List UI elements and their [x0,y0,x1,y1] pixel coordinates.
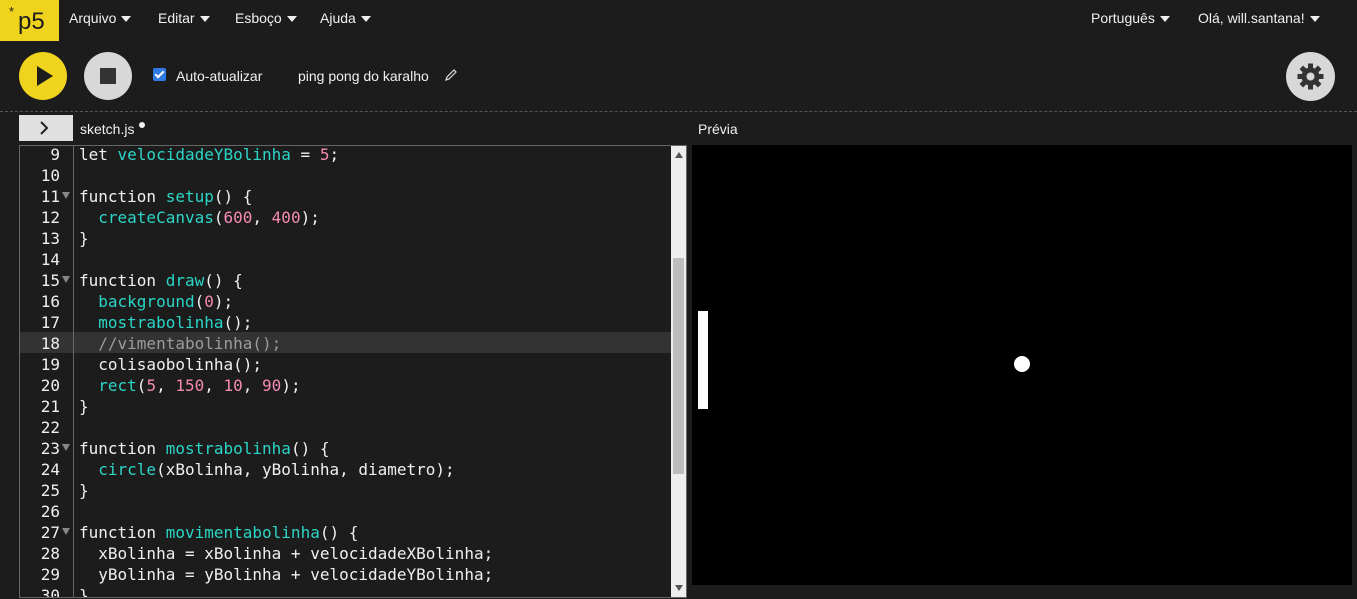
code-line[interactable]: } [79,228,89,249]
code-line[interactable]: mostrabolinha(); [79,312,252,333]
code-line[interactable]: function setup() { [79,186,252,207]
sketch-name[interactable]: ping pong do karalho [298,68,429,84]
pencil-icon[interactable] [444,68,458,82]
code-line[interactable]: createCanvas(600, 400); [79,207,320,228]
line-number: 16 [40,292,60,311]
menu-ajuda[interactable]: Ajuda [320,10,371,26]
line-number: 25 [40,481,60,500]
language-menu[interactable]: Português [1091,10,1170,26]
scroll-up-icon[interactable] [675,152,683,158]
menu-arquivo[interactable]: Arquivo [69,10,132,26]
code-line[interactable]: function draw() { [79,270,243,291]
fold-arrow-icon[interactable] [62,528,70,535]
auto-update-checkbox[interactable] [153,68,166,81]
line-number: 11 [40,187,60,206]
line-number: 17 [40,313,60,332]
scroll-down-icon[interactable] [675,585,683,591]
stop-icon [100,68,116,84]
line-number: 30 [40,586,60,598]
auto-update-label: Auto-atualizar [176,68,263,84]
chevron-down-icon [121,16,132,23]
editor-scrollbar[interactable] [671,146,686,597]
line-number: 19 [40,355,60,374]
line-number: 21 [40,397,60,416]
code-editor[interactable]: 9 10 11 12 13 14 15 16 17 18 19 20 21 22 23 24 25 26 27 28 2… [19,145,687,598]
line-number: 24 [40,460,60,479]
code-line[interactable]: circle(xBolinha, yBolinha, diametro); [79,459,454,480]
preview-canvas[interactable] [692,145,1352,585]
line-number: 18 [40,334,60,353]
chevron-down-icon [286,16,297,23]
fold-arrow-icon[interactable] [62,444,70,451]
chevron-down-icon [199,16,210,23]
code-line[interactable]: colisaobolinha(); [79,354,262,375]
p5-logo[interactable]: p5 * [0,0,59,41]
play-button[interactable] [19,52,67,100]
code-line[interactable]: //vimentabolinha(); [79,333,281,354]
file-tab[interactable]: sketch.js [80,121,134,137]
fold-arrow-icon[interactable] [62,276,70,283]
paddle [698,311,708,409]
code-line[interactable]: function movimentabolinha() { [79,522,358,543]
line-number: 20 [40,376,60,395]
line-number: 10 [40,166,60,185]
line-number: 28 [40,544,60,563]
top-nav: p5 * Arquivo Editar Esboço Ajuda Portuguê… [0,0,1357,41]
line-number: 29 [40,565,60,584]
code-line[interactable]: let velocidadeYBolinha = 5; [79,146,339,165]
code-line[interactable]: } [79,585,89,597]
line-number: 13 [40,229,60,248]
line-number: 27 [40,523,60,542]
line-gutter: 9 10 11 12 13 14 15 16 17 18 19 20 21 22 23 24 25 26 27 28 2… [20,145,74,598]
menu-esboco[interactable]: Esboço [235,10,297,26]
code-line[interactable]: } [79,396,89,417]
menu-editar[interactable]: Editar [158,10,210,26]
code-line[interactable]: rect(5, 150, 10, 90); [79,375,300,396]
code-line[interactable]: function mostrabolinha() { [79,438,329,459]
line-number: 14 [40,250,60,269]
fold-arrow-icon[interactable] [62,192,70,199]
chevron-down-icon [1309,16,1320,23]
chevron-right-icon [40,121,49,135]
gear-icon [1297,63,1324,90]
line-number: 23 [40,439,60,458]
line-number: 9 [50,145,60,164]
line-number: 26 [40,502,60,521]
preview-title: Prévia [698,121,738,137]
scrollbar-thumb[interactable] [673,258,684,474]
code-line[interactable]: yBolinha = yBolinha + velocidadeYBolinha… [79,564,493,585]
line-number: 15 [40,271,60,290]
user-menu[interactable]: Olá, will.santana! [1198,10,1320,26]
play-icon [37,66,53,86]
toolbar-divider [0,111,1357,112]
stop-button[interactable] [84,52,132,100]
sidebar-toggle-button[interactable] [19,115,73,141]
line-number: 22 [40,418,60,437]
unsaved-indicator [139,122,145,128]
code-line[interactable]: xBolinha = xBolinha + velocidadeXBolinha… [79,543,493,564]
ball [1014,356,1030,372]
settings-button[interactable] [1286,52,1335,101]
line-number: 12 [40,208,60,227]
code-line[interactable]: background(0); [79,291,233,312]
code-line[interactable]: } [79,480,89,501]
chevron-down-icon [360,16,371,23]
chevron-down-icon [1159,16,1170,23]
